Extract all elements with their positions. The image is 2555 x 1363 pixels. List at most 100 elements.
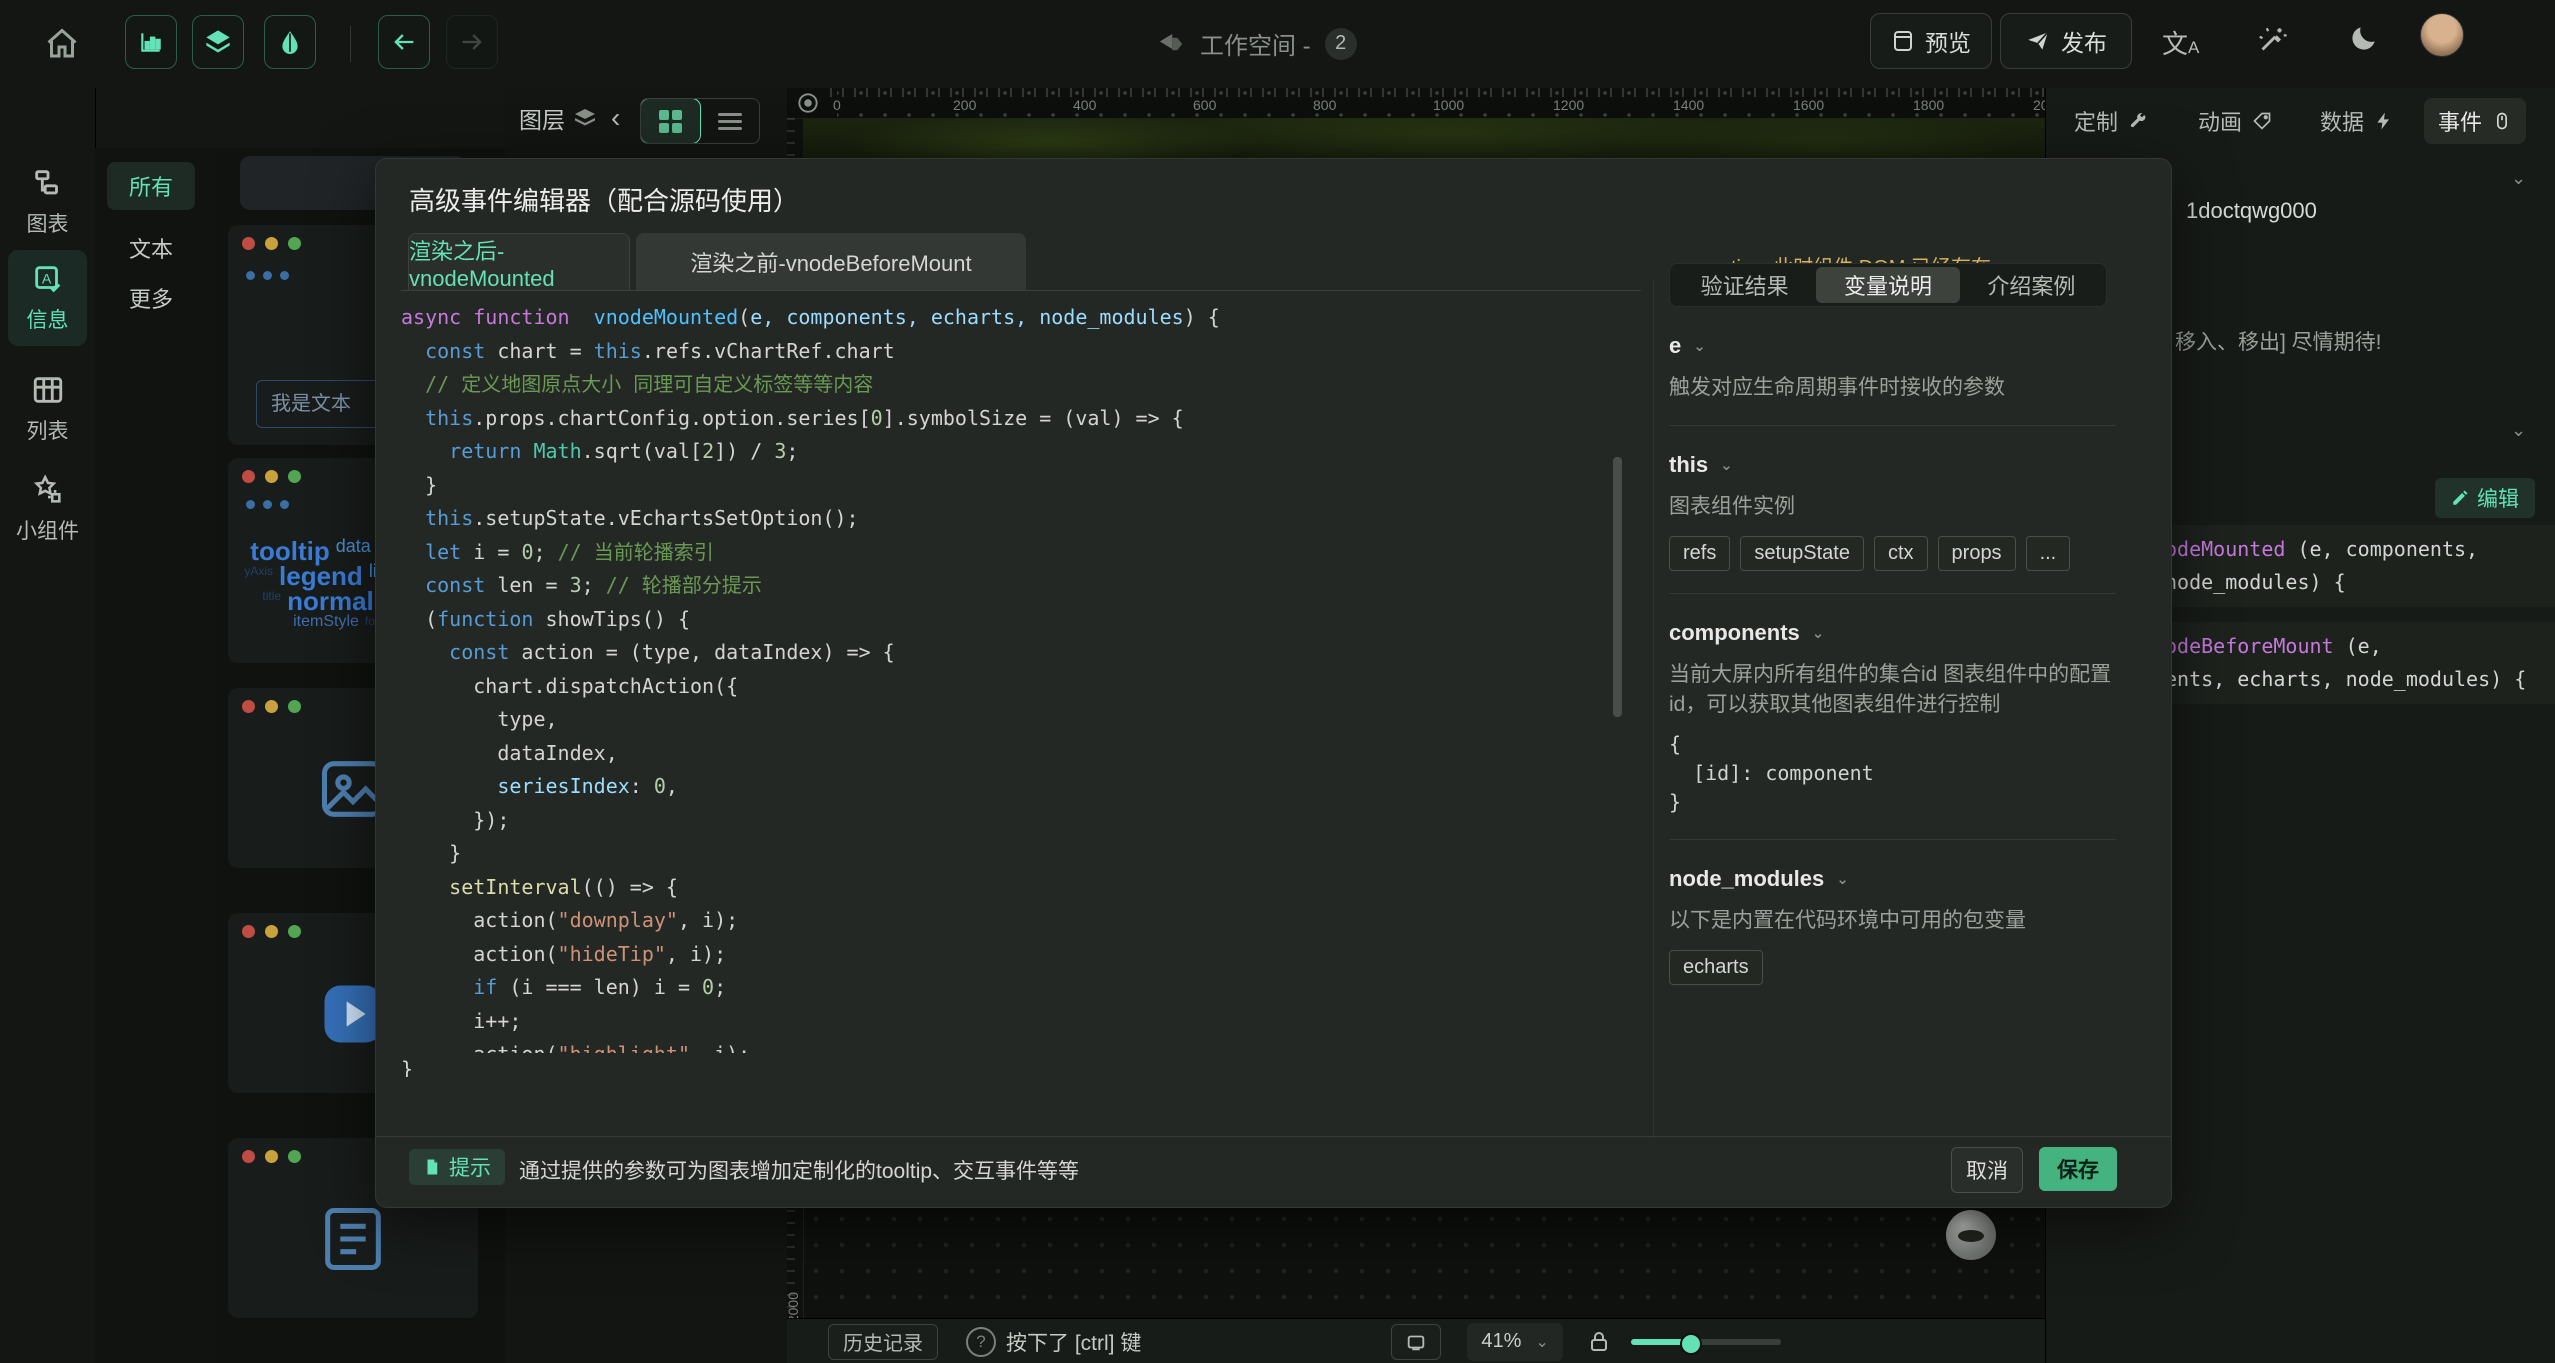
- zoom-select[interactable]: 41% ⌄: [1467, 1323, 1562, 1361]
- help-icon[interactable]: ?: [966, 1327, 996, 1357]
- code-line: if (i === len) i = 0;: [401, 971, 1611, 1005]
- map-mode-button[interactable]: [264, 15, 316, 69]
- workspace-title[interactable]: 工作空间 - 2: [1156, 26, 1357, 61]
- wordcloud-word: itemStyle: [293, 614, 359, 629]
- layers-mode-button[interactable]: [192, 15, 244, 69]
- wordcloud-word: title: [262, 589, 281, 613]
- send-icon: [2025, 28, 2051, 54]
- nav-item-info[interactable]: A 信息: [8, 250, 87, 346]
- layers-icon: [573, 106, 597, 130]
- avatar[interactable]: [2420, 13, 2464, 57]
- ruler-label: 200: [953, 97, 976, 113]
- redo-button[interactable]: [446, 15, 498, 69]
- section-node-modules-header[interactable]: node_modules⌄: [1669, 866, 2116, 892]
- workspace-label: 工作空间 -: [1200, 26, 1311, 61]
- tab-data[interactable]: 数据: [2306, 98, 2408, 144]
- wrench-icon: [2128, 111, 2148, 131]
- tab-variable-docs[interactable]: 变量说明: [1816, 267, 1959, 303]
- tab-events[interactable]: 事件: [2424, 98, 2526, 144]
- collapse-panel-icon[interactable]: ‹: [611, 102, 620, 134]
- tab-label: 事件: [2438, 105, 2482, 137]
- tip-badge: 提示: [409, 1149, 505, 1185]
- list-view-button[interactable]: [700, 99, 759, 143]
- nav-item-widgets[interactable]: 小组件: [8, 473, 87, 545]
- chevron-down-icon: ⌄: [1693, 337, 1706, 355]
- history-button[interactable]: 历史记录: [828, 1324, 938, 1360]
- section-components-header[interactable]: components⌄: [1669, 620, 2116, 646]
- wordcloud-word: normal: [287, 589, 374, 613]
- chevron-down-icon[interactable]: ⌄: [2511, 420, 2526, 441]
- tab-vnode-before-mount[interactable]: 渲染之前-vnodeBeforeMount: [636, 233, 1026, 291]
- code-line: action("downplay", i);: [401, 904, 1611, 938]
- top-bar: 工作空间 - 2 预览 发布 文A: [0, 0, 2555, 89]
- section-this-header[interactable]: this⌄: [1669, 452, 2116, 478]
- form-icon: [315, 1201, 391, 1277]
- event-editor-modal: 高级事件编辑器（配合源码使用） 渲染之后-vnodeMounted 渲染之前-v…: [375, 158, 2172, 1208]
- variable-chip: props: [1938, 536, 2016, 571]
- section-e-header[interactable]: e⌄: [1669, 333, 2116, 359]
- category-all[interactable]: 所有: [107, 162, 195, 210]
- code-scrollbar[interactable]: [1613, 457, 1622, 717]
- cancel-button[interactable]: 取消: [1951, 1147, 2023, 1193]
- category-more[interactable]: 更多: [107, 274, 195, 322]
- edit-button[interactable]: 编辑: [2435, 478, 2535, 518]
- svg-text:A: A: [41, 271, 51, 287]
- lock-icon[interactable]: [1587, 1330, 1611, 1354]
- window-dots-icon: [242, 237, 301, 250]
- variable-chip: setupState: [1740, 536, 1864, 571]
- tab-customize[interactable]: 定制: [2060, 98, 2162, 144]
- key-hint: 按下了 [ctrl] 键: [1006, 1327, 1141, 1357]
- wordcloud-word: yAxis: [244, 564, 273, 588]
- component-id: 1doctqwg000: [2186, 198, 2317, 224]
- panel-divider: [1653, 279, 1654, 1139]
- preview-button[interactable]: 预览: [1870, 13, 1992, 69]
- layers-icon: [204, 28, 232, 56]
- dark-mode-icon[interactable]: [2348, 22, 2380, 54]
- fit-screen-icon: [1405, 1331, 1427, 1353]
- category-text[interactable]: 文本: [107, 224, 195, 272]
- magic-wand-icon[interactable]: [2254, 24, 2288, 58]
- code-line: // 定义地图原点大小 同理可自定义标签等等内容: [401, 368, 1611, 402]
- grid-view-button[interactable]: [641, 99, 700, 143]
- fit-screen-button[interactable]: [1391, 1324, 1441, 1360]
- undo-button[interactable]: [378, 15, 430, 69]
- layer-title: 图层: [519, 101, 565, 135]
- slider-thumb[interactable]: [1680, 1333, 1702, 1355]
- tab-vnode-mounted[interactable]: 渲染之后-vnodeMounted: [408, 233, 630, 291]
- tab-validation-result[interactable]: 验证结果: [1673, 267, 1816, 303]
- event-code-preview[interactable]: odeBeforeMount (e,ents, echarts, node_mo…: [2151, 622, 2555, 704]
- save-button[interactable]: 保存: [2039, 1147, 2117, 1191]
- code-line: node_modules) {: [2165, 566, 2555, 599]
- map-preview-strip: [803, 118, 2045, 158]
- window-dots-icon: [242, 470, 301, 483]
- ruler-label: 1200: [1553, 97, 1584, 113]
- node-modules-chips: echarts: [1669, 950, 2116, 985]
- chevron-down-icon: ⌄: [1836, 870, 1849, 888]
- code-editor[interactable]: async function vnodeMounted(e, component…: [401, 301, 1611, 1077]
- language-icon[interactable]: 文A: [2162, 24, 2199, 61]
- divider: [1669, 839, 2116, 840]
- nav-item-charts[interactable]: 图表: [8, 166, 87, 238]
- chevron-down-icon[interactable]: ⌄: [2511, 168, 2526, 189]
- tab-examples[interactable]: 介绍案例: [1960, 267, 2103, 303]
- variables-tabs: 验证结果 变量说明 介绍案例: [1669, 263, 2107, 307]
- event-code-preview[interactable]: odeMounted (e, components,node_modules) …: [2151, 525, 2555, 607]
- chart-mode-button[interactable]: [125, 15, 177, 69]
- lens-widget[interactable]: [1946, 1210, 1996, 1260]
- divider: [1669, 425, 2116, 426]
- ruler-label: 1800: [1913, 97, 1944, 113]
- tip-text: 通过提供的参数可为图表增加定制化的tooltip、交互事件等等: [519, 1155, 1079, 1185]
- home-icon[interactable]: [44, 26, 80, 62]
- variable-chip: refs: [1669, 536, 1730, 571]
- mouse-icon: [2492, 111, 2512, 131]
- ruler-eye-icon[interactable]: [795, 90, 821, 116]
- drop-icon: [277, 29, 303, 55]
- ruler-labels: 0200400600800100012001400160018002000: [837, 88, 2045, 118]
- publish-button[interactable]: 发布: [2000, 13, 2132, 69]
- tab-animation[interactable]: 动画: [2184, 98, 2286, 144]
- category-column: 所有 文本 更多: [95, 148, 215, 1363]
- zoom-slider[interactable]: [1631, 1339, 1781, 1345]
- nav-item-list[interactable]: 列表: [8, 373, 87, 445]
- code-line: let i = 0; // 当前轮播索引: [401, 536, 1611, 570]
- code-line: chart.dispatchAction({: [401, 670, 1611, 704]
